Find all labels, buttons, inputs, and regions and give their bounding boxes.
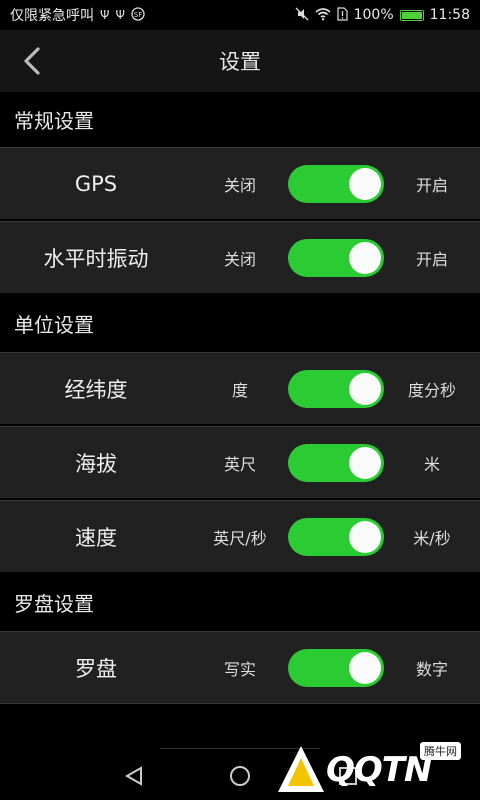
usb-icon: Ψ	[115, 8, 125, 22]
divider	[0, 703, 480, 704]
option-on-label: 米/秒	[413, 528, 451, 548]
status-right: 100% 11:58	[295, 7, 470, 23]
chevron-left-icon	[24, 47, 40, 75]
option-off-label: 度	[231, 380, 248, 400]
option-off-label: 英尺	[223, 454, 256, 474]
section-header-general: 常规设置	[0, 92, 480, 147]
option-off-label: 英尺/秒	[213, 528, 267, 548]
option-on-label: 度分秒	[407, 380, 456, 400]
watermark-emblem-icon	[278, 746, 324, 792]
toggle-knob	[349, 521, 381, 553]
setting-row-level-vibration: 水平时振动 关闭 开启	[0, 221, 480, 293]
option-on-label: 米	[423, 454, 440, 474]
status-left: 仅限紧急呼叫 Ψ Ψ SF	[10, 5, 145, 25]
usb-icon: Ψ	[100, 8, 110, 22]
toggle-knob	[349, 652, 381, 684]
nav-home-circle-icon	[230, 766, 250, 786]
sim-alert-icon	[337, 7, 348, 23]
setting-row-gps: GPS 关闭 开启	[0, 147, 480, 219]
option-on-label: 数字	[415, 659, 448, 679]
svg-text:SF: SF	[134, 11, 142, 19]
emergency-icon: SF	[131, 7, 145, 23]
wifi-icon	[315, 7, 331, 23]
section-title: 单位设置	[14, 313, 94, 337]
toggle-knob	[349, 168, 381, 200]
battery-icon	[399, 9, 424, 21]
setting-row-coordinates: 经纬度 度 度分秒	[0, 352, 480, 424]
level-vibration-toggle[interactable]	[288, 239, 384, 277]
section-title: 罗盘设置	[14, 592, 94, 616]
speed-toggle[interactable]	[288, 518, 384, 556]
setting-row-speed: 速度 英尺/秒 米/秒	[0, 500, 480, 572]
setting-label: GPS	[74, 171, 118, 196]
setting-label: 水平时振动	[43, 246, 149, 271]
option-off-label: 关闭	[223, 175, 256, 195]
option-off-label: 写实	[223, 659, 256, 679]
toggle-knob	[349, 447, 381, 479]
app-header: 设置	[0, 30, 480, 92]
toggle-knob	[349, 373, 381, 405]
coordinates-toggle[interactable]	[288, 370, 384, 408]
settings-screen: 仅限紧急呼叫 Ψ Ψ SF 100% 11:58 设置 常规设置 GPS 关闭 …	[0, 0, 480, 800]
setting-row-altitude: 海拔 英尺 米	[0, 426, 480, 498]
setting-label: 经纬度	[64, 377, 128, 402]
altitude-toggle[interactable]	[288, 444, 384, 482]
option-on-label: 开启	[415, 175, 448, 195]
nav-back-button[interactable]	[120, 762, 148, 790]
battery-percent: 100%	[353, 7, 394, 23]
carrier-text: 仅限紧急呼叫	[10, 8, 94, 24]
setting-label: 海拔	[75, 451, 117, 476]
back-button[interactable]	[16, 44, 48, 78]
page-title: 设置	[219, 50, 261, 74]
setting-row-compass: 罗盘 写实 数字	[0, 631, 480, 703]
section-header-units: 单位设置	[0, 295, 480, 352]
mute-icon	[295, 7, 309, 23]
setting-label: 速度	[75, 525, 117, 550]
gps-toggle[interactable]	[288, 165, 384, 203]
clock: 11:58	[429, 7, 470, 23]
section-title: 常规设置	[14, 109, 94, 133]
option-off-label: 关闭	[223, 249, 256, 269]
toggle-knob	[349, 242, 381, 274]
watermark-badge: 腾牛网	[420, 742, 461, 760]
nav-home-button[interactable]	[226, 762, 254, 790]
option-on-label: 开启	[415, 249, 448, 269]
nav-back-triangle-icon	[124, 766, 142, 786]
watermark-logo: QQTN 腾牛网	[272, 742, 480, 800]
watermark-text: QQTN	[326, 750, 432, 790]
section-header-compass: 罗盘设置	[0, 574, 480, 631]
compass-toggle[interactable]	[288, 649, 384, 687]
setting-label: 罗盘	[75, 656, 117, 681]
status-bar: 仅限紧急呼叫 Ψ Ψ SF 100% 11:58	[0, 0, 480, 30]
